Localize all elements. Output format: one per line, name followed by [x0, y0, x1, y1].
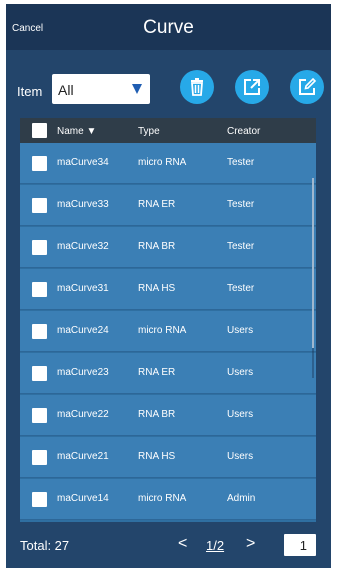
- column-header-name[interactable]: Name ▼: [57, 126, 96, 137]
- row-name: maCurve33: [57, 199, 109, 210]
- row-checkbox[interactable]: [32, 450, 47, 465]
- row-creator: Tester: [227, 157, 255, 168]
- prev-page-button[interactable]: <: [178, 535, 187, 553]
- table-row[interactable]: maCurve32 RNA BR Tester: [20, 227, 316, 268]
- row-type: micro RNA: [138, 493, 187, 504]
- select-all-checkbox[interactable]: [32, 123, 47, 138]
- trash-icon: [191, 78, 203, 96]
- row-name: maCurve24: [57, 325, 109, 336]
- row-type: RNA BR: [138, 241, 176, 252]
- table-header: Name ▼ Type Creator: [20, 118, 316, 143]
- export-icon: [244, 79, 260, 95]
- column-header-name-label: Name: [57, 126, 84, 137]
- table-row[interactable]: maCurve31 RNA HS Tester: [20, 269, 316, 310]
- top-bar: Cancel Curve: [6, 4, 331, 50]
- next-page-button[interactable]: >: [246, 535, 255, 553]
- page-indicator: 1/2: [206, 538, 225, 553]
- row-name: maCurve14: [57, 493, 109, 504]
- scrollbar-thumb[interactable]: [312, 178, 314, 348]
- row-type: micro RNA: [138, 157, 187, 168]
- row-checkbox[interactable]: [32, 408, 47, 423]
- table-row[interactable]: maCurve24 micro RNA Users: [20, 311, 316, 352]
- row-creator: Admin: [227, 493, 256, 504]
- table-row[interactable]: maCurve21 RNA HS Users: [20, 437, 316, 478]
- row-checkbox[interactable]: [32, 324, 47, 339]
- page-number-value: 1: [299, 538, 307, 553]
- sort-down-icon: ▼: [86, 126, 97, 137]
- scrollbar[interactable]: [312, 178, 314, 378]
- total-count: Total: 27: [20, 538, 70, 553]
- table-row[interactable]: maCurve23 RNA ER Users: [20, 353, 316, 394]
- table-row[interactable]: maCurve22 RNA BR Users: [20, 395, 316, 436]
- row-checkbox[interactable]: [32, 156, 47, 171]
- row-type: RNA ER: [138, 367, 176, 378]
- table-row[interactable]: maCurve34 micro RNA Tester: [20, 143, 316, 184]
- item-filter-label: Item: [17, 84, 43, 99]
- item-filter-select[interactable]: All: [52, 74, 150, 104]
- row-type: RNA BR: [138, 409, 176, 420]
- row-checkbox[interactable]: [32, 282, 47, 297]
- table-row[interactable]: maCurve33 RNA ER Tester: [20, 185, 316, 226]
- column-header-creator: Creator: [227, 126, 261, 137]
- row-creator: Tester: [227, 241, 255, 252]
- delete-button[interactable]: [180, 70, 214, 104]
- row-name: maCurve23: [57, 367, 109, 378]
- row-type: micro RNA: [138, 325, 187, 336]
- row-checkbox[interactable]: [32, 240, 47, 255]
- row-type: RNA HS: [138, 451, 176, 462]
- column-header-type: Type: [138, 126, 160, 137]
- row-type: RNA HS: [138, 283, 176, 294]
- row-creator: Tester: [227, 199, 255, 210]
- page-number-input[interactable]: 1: [284, 534, 316, 556]
- row-creator: Users: [227, 451, 254, 462]
- pagination-footer: Total: 27 < 1/2 > 1: [6, 522, 331, 568]
- edit-button[interactable]: [290, 70, 324, 104]
- table-row[interactable]: maCurve14 micro RNA Admin: [20, 479, 316, 520]
- row-creator: Users: [227, 325, 254, 336]
- curve-table: Name ▼ Type Creator maCurve34 micro RNA …: [20, 118, 316, 522]
- row-checkbox[interactable]: [32, 198, 47, 213]
- edit-icon: [299, 77, 317, 95]
- row-creator: Users: [227, 367, 254, 378]
- export-button[interactable]: [235, 70, 269, 104]
- row-name: maCurve32: [57, 241, 109, 252]
- dropdown-arrow-icon: [132, 84, 142, 94]
- row-name: maCurve31: [57, 283, 109, 294]
- item-filter-value: All: [58, 82, 74, 98]
- page-title: Curve: [143, 17, 194, 38]
- table-body: maCurve34 micro RNA Tester maCurve33 RNA…: [20, 143, 316, 522]
- row-name: maCurve21: [57, 451, 109, 462]
- row-creator: Users: [227, 409, 254, 420]
- row-name: maCurve22: [57, 409, 109, 420]
- curve-app: Cancel Curve Item All Name ▼ Type Creato…: [6, 4, 331, 568]
- row-name: maCurve34: [57, 157, 109, 168]
- row-creator: Tester: [227, 283, 255, 294]
- row-checkbox[interactable]: [32, 492, 47, 507]
- row-checkbox[interactable]: [32, 366, 47, 381]
- row-type: RNA ER: [138, 199, 176, 210]
